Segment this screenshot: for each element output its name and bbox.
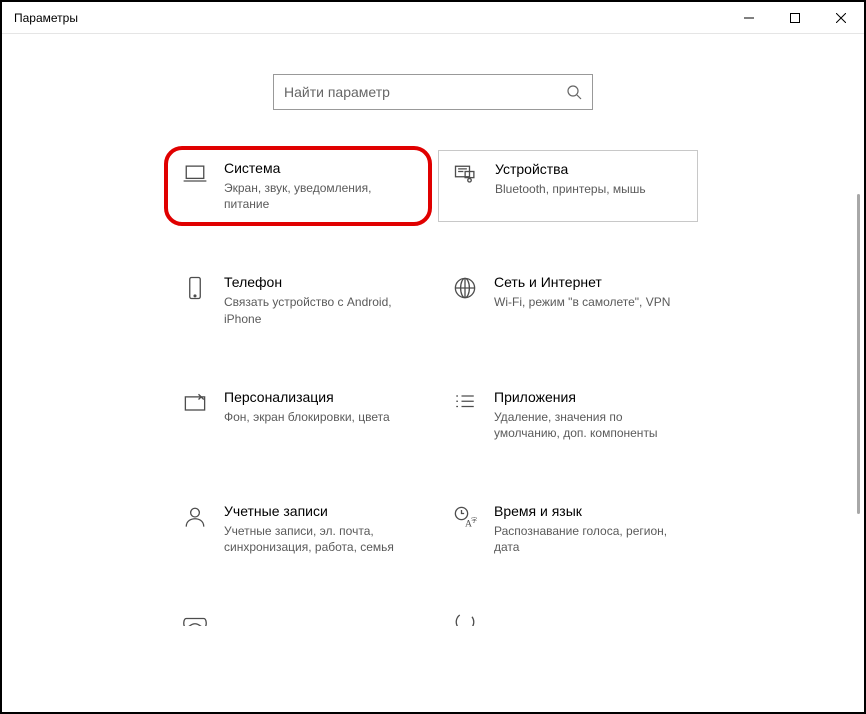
- svg-text:字: 字: [471, 516, 477, 524]
- search-placeholder: Найти параметр: [284, 84, 390, 100]
- tile-desc: Учетные записи, эл. почта, синхронизация…: [224, 523, 420, 555]
- tile-title: Телефон: [224, 274, 420, 290]
- tile-desc: Связать устройство с Android, iPhone: [224, 294, 420, 326]
- tile-time-language[interactable]: А字 Время и язык Распознавание голоса, ре…: [438, 493, 698, 565]
- minimize-icon: [744, 13, 754, 23]
- tile-gaming-partial[interactable]: [168, 608, 428, 626]
- tile-devices[interactable]: Устройства Bluetooth, принтеры, мышь: [438, 150, 698, 222]
- close-button[interactable]: [818, 2, 864, 34]
- gaming-icon: [181, 608, 209, 626]
- tile-personalization[interactable]: Персонализация Фон, экран блокировки, цв…: [168, 379, 428, 451]
- tile-ease-partial[interactable]: [438, 608, 698, 626]
- laptop-icon: [181, 160, 209, 188]
- tile-desc: Bluetooth, принтеры, мышь: [495, 181, 689, 197]
- window-controls: [726, 2, 864, 34]
- devices-icon: [452, 161, 480, 189]
- tile-desc: Экран, звук, уведомления, питание: [224, 180, 420, 212]
- maximize-button[interactable]: [772, 2, 818, 34]
- tile-apps[interactable]: Приложения Удаление, значения по умолчан…: [438, 379, 698, 451]
- tile-title: Приложения: [494, 389, 690, 405]
- globe-icon: [451, 274, 479, 302]
- personalization-icon: [181, 389, 209, 417]
- tile-title: Устройства: [495, 161, 689, 177]
- tile-title: Сеть и Интернет: [494, 274, 690, 290]
- search-input[interactable]: Найти параметр: [273, 74, 593, 110]
- tile-title: Учетные записи: [224, 503, 420, 519]
- tile-desc: Удаление, значения по умолчанию, доп. ко…: [494, 409, 690, 441]
- ease-of-access-icon: [451, 608, 479, 626]
- tile-desc: Wi-Fi, режим "в самолете", VPN: [494, 294, 690, 310]
- apps-icon: [451, 389, 479, 417]
- maximize-icon: [790, 13, 800, 23]
- scrollbar-track[interactable]: [857, 194, 860, 692]
- accounts-icon: [181, 503, 209, 531]
- tile-accounts[interactable]: Учетные записи Учетные записи, эл. почта…: [168, 493, 428, 565]
- close-icon: [836, 13, 846, 23]
- tile-network[interactable]: Сеть и Интернет Wi-Fi, режим "в самолете…: [438, 264, 698, 336]
- phone-icon: [181, 274, 209, 302]
- tile-title: Время и язык: [494, 503, 690, 519]
- titlebar: Параметры: [2, 2, 864, 34]
- scrollbar-thumb[interactable]: [857, 194, 860, 514]
- tile-desc: Распознавание голоса, регион, дата: [494, 523, 690, 555]
- tile-phone[interactable]: Телефон Связать устройство с Android, iP…: [168, 264, 428, 336]
- settings-grid: Система Экран, звук, уведомления, питани…: [2, 150, 864, 566]
- tile-desc: Фон, экран блокировки, цвета: [224, 409, 420, 425]
- tile-title: Персонализация: [224, 389, 420, 405]
- search-icon: [566, 84, 582, 100]
- partial-row: [2, 608, 864, 626]
- tile-system[interactable]: Система Экран, звук, уведомления, питани…: [168, 150, 428, 222]
- window-title: Параметры: [14, 11, 78, 25]
- time-language-icon: А字: [451, 503, 479, 531]
- minimize-button[interactable]: [726, 2, 772, 34]
- tile-title: Система: [224, 160, 420, 176]
